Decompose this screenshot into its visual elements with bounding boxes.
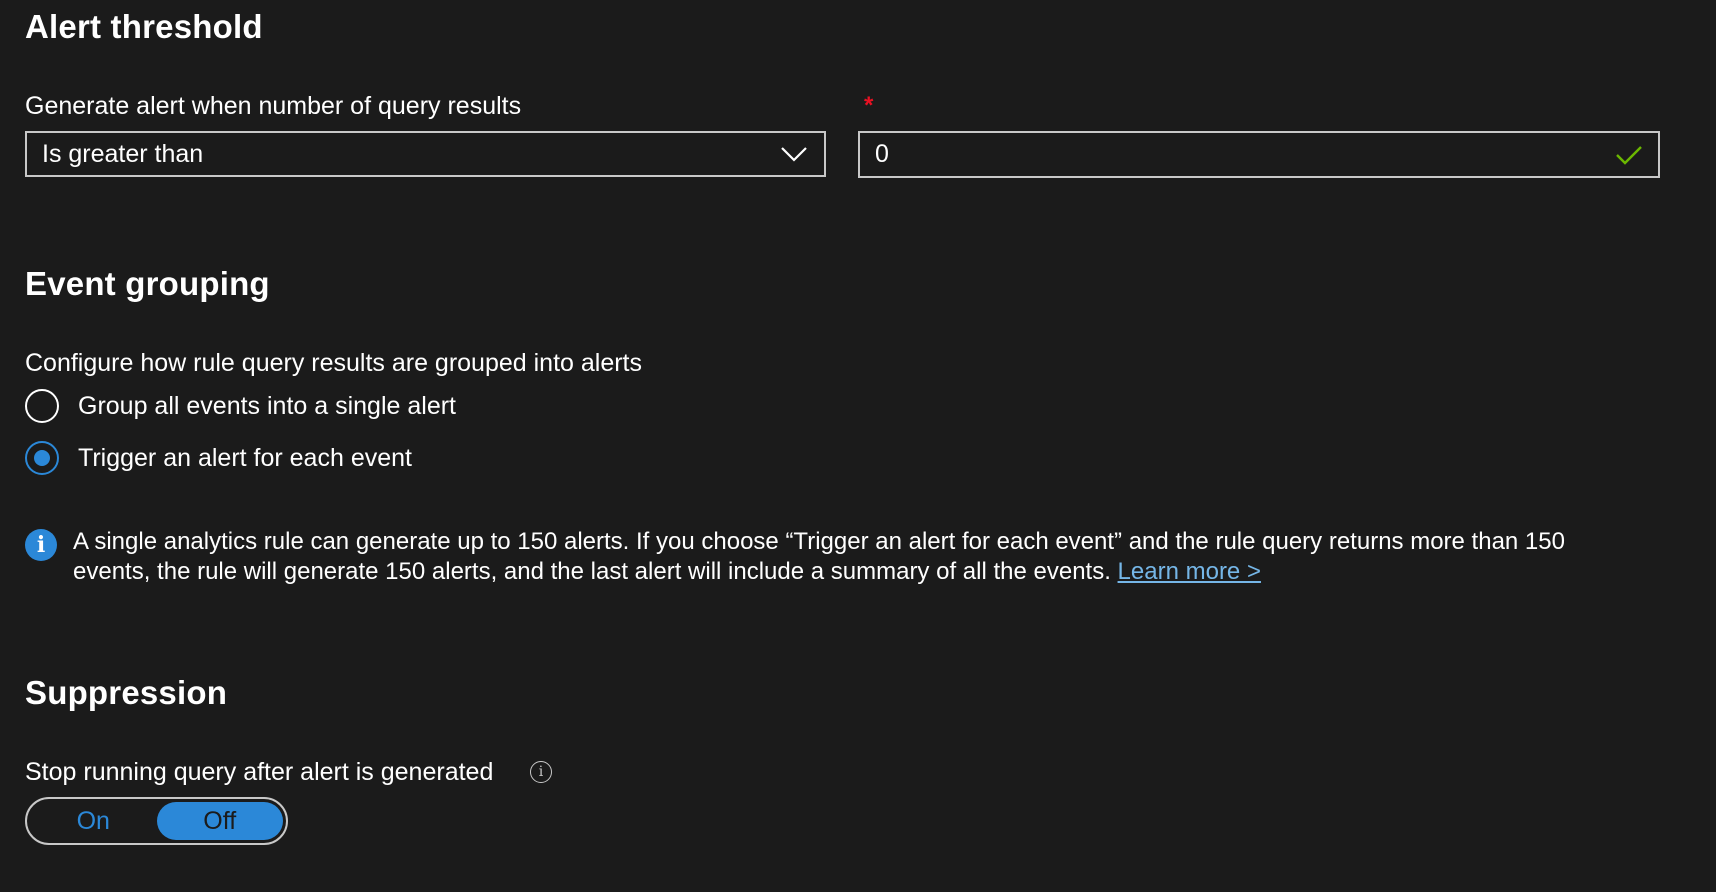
suppression-toggle[interactable]: On Off	[25, 797, 288, 845]
operator-dropdown-value: Is greater than	[42, 139, 204, 168]
suppression-title: Suppression	[25, 674, 228, 711]
radio-button-unselected[interactable]	[25, 389, 59, 423]
radio-option-group-all[interactable]: Group all events into a single alert	[25, 389, 456, 423]
toggle-off-option[interactable]: Off	[156, 802, 283, 840]
required-asterisk: *	[864, 92, 874, 119]
threshold-value-text: 0	[875, 140, 889, 168]
info-message-body: A single analytics rule can generate up …	[73, 528, 1565, 585]
analytics-rule-settings-page: Alert threshold Generate alert when numb…	[0, 0, 1716, 892]
chevron-down-icon	[779, 144, 809, 164]
operator-dropdown[interactable]: Is greater than	[25, 131, 826, 177]
alert-threshold-title: Alert threshold	[25, 8, 263, 45]
radio-option-trigger-each[interactable]: Trigger an alert for each event	[25, 441, 412, 475]
info-message-text: A single analytics rule can generate up …	[73, 527, 1645, 587]
info-icon: i	[25, 529, 57, 561]
radio-label-group-all: Group all events into a single alert	[78, 391, 456, 420]
checkmark-icon	[1615, 144, 1643, 166]
radio-label-trigger-each: Trigger an alert for each event	[78, 443, 412, 472]
learn-more-link[interactable]: Learn more >	[1118, 558, 1261, 585]
suppression-label: Stop running query after alert is genera…	[25, 758, 494, 786]
radio-button-selected[interactable]	[25, 441, 59, 475]
threshold-value-input[interactable]: 0	[858, 131, 1660, 178]
event-grouping-label: Configure how rule query results are gro…	[25, 349, 643, 377]
event-grouping-title: Event grouping	[25, 265, 270, 302]
info-message: i A single analytics rule can generate u…	[25, 527, 1645, 587]
threshold-label: Generate alert when number of query resu…	[25, 92, 522, 120]
toggle-on-option[interactable]: On	[30, 802, 157, 840]
tooltip-info-icon[interactable]: i	[530, 761, 552, 783]
